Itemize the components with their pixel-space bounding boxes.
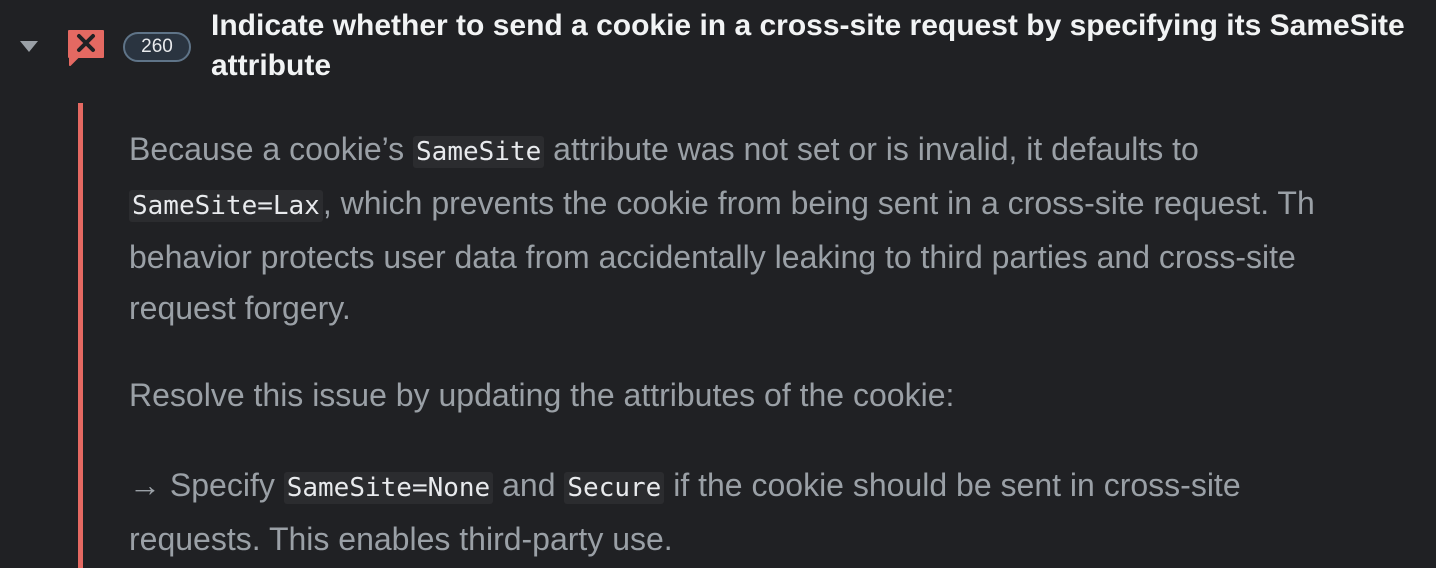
expand-triangle-icon[interactable]	[20, 41, 38, 52]
resolve-paragraph: Resolve this issue by updating the attri…	[129, 377, 955, 413]
recommendation-text: if the cookie should be sent in cross-si…	[664, 467, 1241, 503]
explanation-text: attribute was not set or is invalid, it …	[544, 131, 1199, 167]
error-speech-bubble-icon	[68, 30, 104, 66]
samesite-code: SameSite	[413, 136, 545, 168]
secure-code: Secure	[564, 472, 665, 504]
explanation-text: , which prevents the cookie from being s…	[322, 185, 1315, 221]
issue-title[interactable]: Indicate whether to send a cookie in a c…	[211, 6, 1426, 86]
recommendation-text: requests. This enables third-party use.	[129, 521, 673, 557]
issue-description: Because a cookie’s SameSite attribute wa…	[129, 124, 1436, 565]
severity-rule	[78, 103, 83, 568]
samesite-lax-code: SameSite=Lax	[129, 190, 323, 222]
recommendation-text: and	[493, 467, 565, 503]
issue-header[interactable]: 260 Indicate whether to send a cookie in…	[0, 0, 1436, 100]
explanation-text: Because a cookie’s	[129, 131, 414, 167]
explanation-text: request forgery.	[129, 290, 351, 326]
explanation-paragraph: Because a cookie’s SameSite attribute wa…	[129, 124, 1436, 334]
recommendation-paragraph: → Specify SameSite=None and Secure if th…	[129, 460, 1436, 565]
explanation-text: behavior protects user data from acciden…	[129, 239, 1296, 275]
samesite-none-code: SameSite=None	[283, 472, 494, 504]
issue-count-badge: 260	[123, 32, 191, 62]
recommendation-text: Specify	[161, 467, 284, 503]
arrow-icon: →	[129, 467, 161, 503]
